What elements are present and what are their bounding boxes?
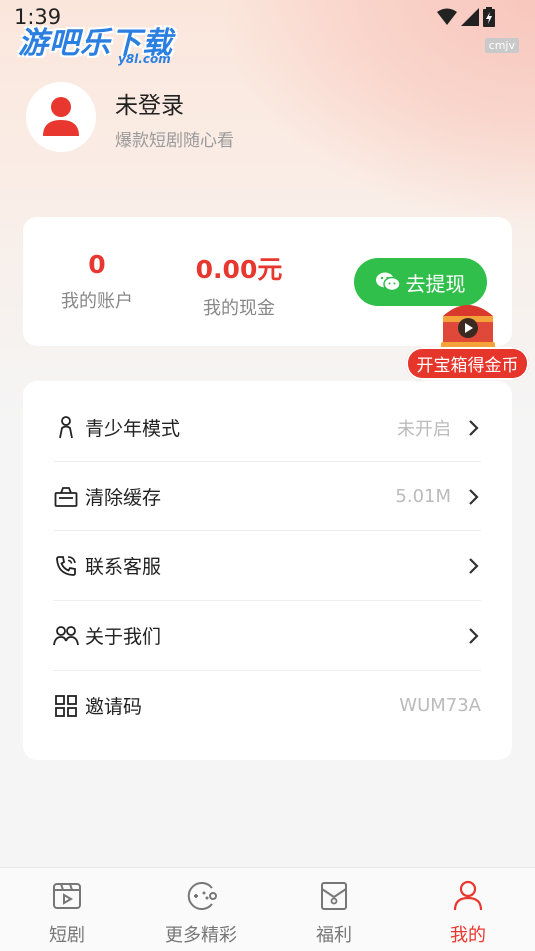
account-stat[interactable]: 0 我的账户 xyxy=(41,250,153,313)
tab-label: 更多精彩 xyxy=(165,925,237,946)
avatar[interactable] xyxy=(26,82,96,152)
menu-label: 邀请码 xyxy=(85,696,143,718)
clear-cache-icon xyxy=(53,484,79,510)
phone-service-icon xyxy=(53,553,79,579)
welfare-icon xyxy=(279,878,389,914)
watermark-tag: cmjv xyxy=(484,38,519,53)
login-status[interactable]: 未登录 xyxy=(115,86,184,120)
cash-stat[interactable]: 0.00元 我的现金 xyxy=(183,250,295,320)
tab-label: 福利 xyxy=(316,925,352,946)
menu-item-clear-cache[interactable]: 清除缓存 5.01M xyxy=(53,462,481,531)
signal-icon xyxy=(461,8,479,26)
game-icon xyxy=(146,878,256,914)
treasure-box-label: 开宝箱得金币 xyxy=(406,347,529,380)
battery-icon xyxy=(483,7,495,27)
youth-mode-icon xyxy=(53,415,79,441)
invite-code-value: WUM73A xyxy=(399,695,481,716)
qr-code-icon xyxy=(53,693,79,719)
menu-value: 未开启 xyxy=(397,418,451,440)
settings-menu: 青少年模式 未开启 清除缓存 5.01M 联系客服 关于我们 邀请码 WUM73… xyxy=(23,381,512,760)
chevron-right-icon xyxy=(469,488,479,505)
cash-label: 我的现金 xyxy=(203,298,275,319)
treasure-chest-icon xyxy=(441,305,495,348)
tab-welfare[interactable]: 福利 xyxy=(279,878,389,947)
menu-value: 5.01M xyxy=(395,486,451,507)
menu-label: 关于我们 xyxy=(85,626,162,648)
cash-value: 0.00元 xyxy=(195,255,283,284)
menu-item-youth-mode[interactable]: 青少年模式 未开启 xyxy=(53,393,481,462)
tab-short-drama[interactable]: 短剧 xyxy=(12,878,122,947)
menu-item-contact-service[interactable]: 联系客服 xyxy=(53,531,481,600)
tab-profile[interactable]: 我的 xyxy=(413,878,523,947)
bottom-tab-bar: 短剧 更多精彩 福利 我的 xyxy=(0,867,535,951)
account-value: 0 xyxy=(88,250,106,279)
status-icons xyxy=(437,7,495,27)
chevron-right-icon xyxy=(469,419,479,436)
profile-icon xyxy=(413,878,523,914)
menu-item-about-us[interactable]: 关于我们 xyxy=(53,601,481,670)
tab-label: 我的 xyxy=(450,925,486,946)
menu-label: 联系客服 xyxy=(85,556,162,578)
menu-label: 清除缓存 xyxy=(85,487,162,509)
withdraw-label: 去提现 xyxy=(405,271,466,296)
wifi-icon xyxy=(437,8,457,25)
wechat-icon xyxy=(375,272,400,292)
treasure-box-badge[interactable]: 开宝箱得金币 xyxy=(406,298,529,380)
chevron-right-icon xyxy=(469,627,479,644)
chevron-right-icon xyxy=(469,557,479,574)
watermark-sub: y8l.com xyxy=(118,52,171,66)
short-drama-icon xyxy=(12,878,122,914)
menu-label: 青少年模式 xyxy=(85,418,181,440)
account-label: 我的账户 xyxy=(61,291,133,312)
user-avatar-icon xyxy=(43,97,79,136)
tab-label: 短剧 xyxy=(49,925,85,946)
menu-item-invite-code[interactable]: 邀请码 WUM73A xyxy=(53,671,481,740)
about-us-icon xyxy=(53,623,79,649)
tab-more-highlights[interactable]: 更多精彩 xyxy=(146,878,256,947)
profile-subtitle: 爆款短剧随心看 xyxy=(115,131,234,151)
